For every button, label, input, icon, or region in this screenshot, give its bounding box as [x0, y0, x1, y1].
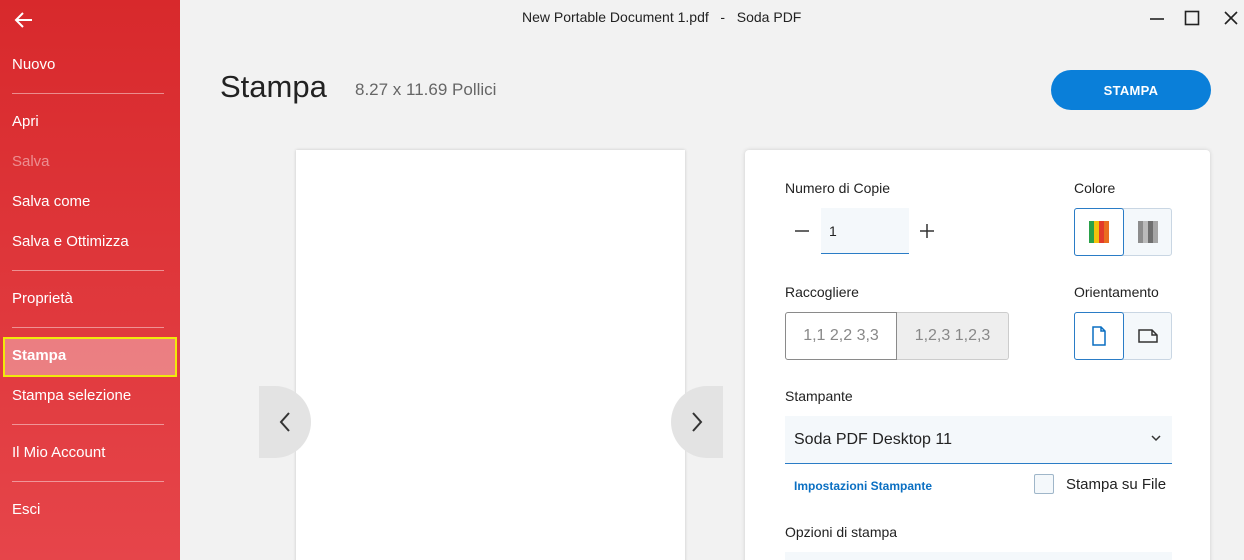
page-size: 8.27 x 11.69 Pollici [355, 80, 497, 99]
plus-icon [920, 224, 934, 238]
menu-item-esci[interactable]: Esci [12, 501, 40, 518]
collate-label: Raccogliere [785, 284, 859, 300]
landscape-page-icon [1138, 329, 1158, 343]
color-stripes-icon [1089, 221, 1109, 243]
menu-item-salva: Salva [12, 153, 50, 170]
print-settings-panel: Numero di Copie Colore Raccogliere 1 [745, 150, 1210, 560]
color-mode-grayscale[interactable] [1123, 208, 1173, 256]
menu-item-stampa[interactable]: Stampa [12, 347, 66, 364]
menu-item-stampa-selezione[interactable]: Stampa selezione [12, 387, 131, 404]
menu-item-account[interactable]: Il Mio Account [12, 444, 105, 461]
title-bar: New Portable Document 1.pdf - Soda PDF [180, 0, 1244, 34]
minimize-icon[interactable] [1147, 8, 1167, 28]
divider [12, 424, 164, 425]
color-mode-color[interactable] [1074, 208, 1124, 256]
color-toggle-group [1074, 208, 1172, 256]
print-options-label: Opzioni di stampa [785, 524, 898, 540]
divider [12, 481, 164, 482]
menu-item-nuovo[interactable]: Nuovo [12, 56, 55, 73]
menu-item-salva-ottimizza[interactable]: Salva e Ottimizza [12, 233, 129, 250]
divider [12, 327, 164, 328]
orientation-label: Orientamento [1074, 284, 1159, 300]
portrait-page-icon [1092, 326, 1106, 346]
orientation-toggle-group [1074, 312, 1172, 360]
collate-toggle-group: 1,1 2,2 3,3 1,2,3 1,2,3 [785, 312, 1009, 360]
printer-select-value: Soda PDF Desktop 11 [794, 431, 953, 448]
menu-item-apri[interactable]: Apri [12, 113, 39, 130]
grayscale-stripes-icon [1138, 221, 1158, 243]
maximize-icon[interactable] [1182, 8, 1202, 28]
close-icon[interactable] [1221, 8, 1241, 28]
copies-label: Numero di Copie [785, 180, 891, 196]
print-to-file-checkbox[interactable] [1034, 474, 1054, 494]
chevron-down-icon [1151, 435, 1161, 442]
divider [12, 93, 164, 94]
decrement-button[interactable] [791, 220, 813, 242]
page-preview [296, 150, 685, 560]
copies-input[interactable] [821, 208, 909, 254]
orientation-portrait[interactable] [1074, 312, 1124, 360]
printer-label: Stampante [785, 388, 853, 404]
print-button[interactable]: STAMPA [1051, 70, 1211, 110]
sidebar: Nuovo Apri Salva Salva come Salva e Otti… [0, 0, 180, 560]
collate-option-uncollated[interactable]: 1,1 2,2 3,3 [785, 312, 897, 360]
print-options-select[interactable] [785, 552, 1172, 560]
menu-item-salva-come[interactable]: Salva come [12, 193, 90, 210]
printer-select[interactable]: Soda PDF Desktop 11 [785, 416, 1172, 464]
printer-settings-link[interactable]: Impostazioni Stampante [794, 479, 932, 493]
print-to-file-label: Stampa su File [1066, 476, 1167, 493]
minus-icon [795, 230, 809, 232]
back-arrow-icon[interactable] [12, 8, 38, 34]
chevron-right-icon [692, 412, 703, 432]
window-title: New Portable Document 1.pdf - Soda PDF [522, 9, 802, 25]
menu-item-proprieta[interactable]: Proprietà [12, 290, 73, 307]
divider [12, 270, 164, 271]
page-title: Stampa [220, 69, 327, 104]
increment-button[interactable] [916, 220, 938, 242]
orientation-landscape[interactable] [1123, 312, 1173, 360]
color-label: Colore [1074, 180, 1116, 196]
collate-option-collated[interactable]: 1,2,3 1,2,3 [897, 312, 1009, 360]
chevron-left-icon [279, 412, 290, 432]
